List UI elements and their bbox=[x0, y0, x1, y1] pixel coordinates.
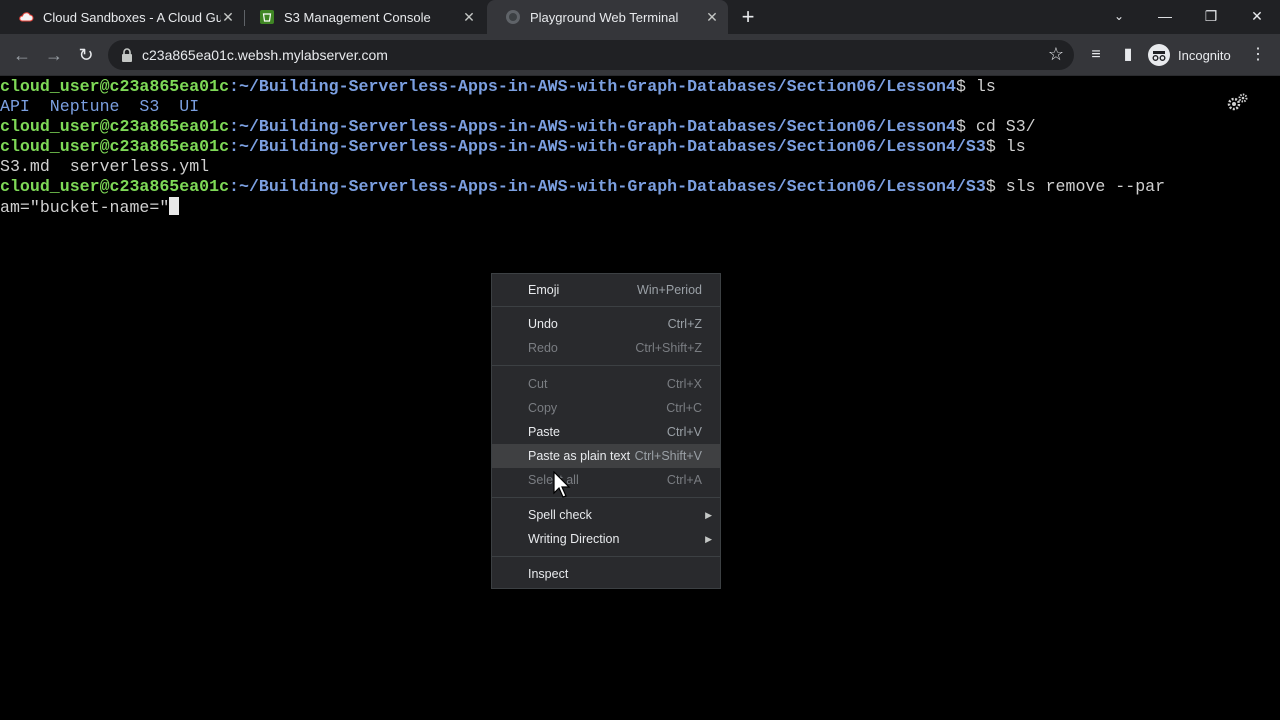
text-cursor bbox=[169, 197, 180, 215]
prompt-path: :~/Building-Serverless-Apps-in-AWS-with-… bbox=[229, 177, 986, 196]
menu-item-shortcut: Ctrl+Shift+V bbox=[634, 449, 702, 463]
terminal-line: cloud_user@c23a865ea01c:~/Building-Serve… bbox=[0, 117, 1280, 137]
menu-item-shortcut: Ctrl+C bbox=[666, 401, 702, 415]
menu-item-select-all[interactable]: Select all Ctrl+A bbox=[492, 468, 720, 492]
menu-item-label: Writing Direction bbox=[528, 532, 620, 546]
menu-item-label: Spell check bbox=[528, 508, 592, 522]
side-panel-icon[interactable]: ▮ bbox=[1115, 42, 1141, 68]
prompt-user: cloud_user@c23a865ea01c bbox=[0, 77, 230, 96]
close-window-button[interactable]: ✕ bbox=[1234, 0, 1280, 32]
menu-item-emoji[interactable]: Emoji Win+Period bbox=[492, 278, 720, 302]
menu-item-label: Emoji bbox=[528, 283, 560, 297]
tab-web-terminal[interactable]: Playground Web Terminal ✕ bbox=[487, 0, 728, 34]
tab-title: Cloud Sandboxes - A Cloud Guru bbox=[43, 9, 221, 25]
terminal-line: cloud_user@c23a865ea01c:~/Building-Serve… bbox=[0, 77, 1280, 97]
prompt-user: cloud_user@c23a865ea01c bbox=[0, 117, 230, 136]
back-arrow-icon[interactable]: ← bbox=[9, 42, 35, 68]
tab-strip: Cloud Sandboxes - A Cloud Guru ✕ S3 Mana… bbox=[0, 0, 1280, 34]
address-bar[interactable]: c23a865ea01c.websh.mylabserver.com ☆ bbox=[108, 40, 1074, 70]
terminal-output-line: S3.md serverless.yml bbox=[0, 157, 210, 176]
browser-toolbar: ← → ↻ c23a865ea01c.websh.mylabserver.com… bbox=[0, 34, 1280, 76]
cloud-icon bbox=[19, 12, 34, 22]
menu-item-label: Paste bbox=[528, 425, 560, 439]
menu-separator bbox=[492, 556, 720, 557]
prompt-user: cloud_user@c23a865ea01c bbox=[0, 137, 230, 156]
menu-item-inspect[interactable]: Inspect bbox=[492, 562, 720, 586]
lock-icon[interactable] bbox=[120, 47, 134, 63]
bookmark-star-icon[interactable]: ☆ bbox=[1048, 44, 1064, 65]
menu-item-shortcut: Ctrl+X bbox=[666, 377, 702, 391]
url-text: c23a865ea01c.websh.mylabserver.com bbox=[142, 47, 388, 63]
menu-item-writing-direction[interactable]: Writing Direction ▶ bbox=[492, 527, 720, 551]
menu-item-label: Undo bbox=[528, 317, 558, 331]
menu-item-shortcut: Win+Period bbox=[637, 283, 702, 297]
media-queue-icon[interactable]: ≡ bbox=[1083, 42, 1109, 68]
menu-item-paste[interactable]: Paste Ctrl+V bbox=[492, 420, 720, 444]
menu-item-copy[interactable]: Copy Ctrl+C bbox=[492, 396, 720, 420]
terminal-line: cloud_user@c23a865ea01c:~/Building-Serve… bbox=[0, 177, 1280, 197]
menu-item-label: Copy bbox=[528, 401, 558, 415]
submenu-arrow-icon: ▶ bbox=[705, 534, 712, 544]
menu-item-shortcut: Ctrl+Shift+Z bbox=[635, 341, 702, 355]
prompt-path: :~/Building-Serverless-Apps-in-AWS-with-… bbox=[229, 117, 956, 136]
menu-item-label: Redo bbox=[528, 341, 558, 355]
incognito-icon bbox=[1148, 44, 1170, 66]
incognito-label: Incognito bbox=[1178, 47, 1231, 63]
restore-button[interactable]: ❐ bbox=[1188, 0, 1234, 32]
settings-gear-icon[interactable] bbox=[1226, 92, 1250, 112]
menu-item-paste-plain-text[interactable]: Paste as plain text Ctrl+Shift+V bbox=[492, 444, 720, 468]
terminal-input-line[interactable]: am="bucket-name=" bbox=[0, 197, 1280, 217]
prompt-user: cloud_user@c23a865ea01c bbox=[0, 177, 230, 196]
tab-s3-console[interactable]: S3 Management Console ✕ bbox=[241, 0, 485, 34]
command-text: $ sls remove --par bbox=[985, 177, 1166, 196]
close-tab-icon[interactable]: ✕ bbox=[220, 9, 236, 25]
terminal-output-line: API Neptune S3 UI bbox=[0, 97, 200, 116]
minimize-button[interactable]: — bbox=[1142, 0, 1188, 32]
menu-item-spell-check[interactable]: Spell check ▶ bbox=[492, 503, 720, 527]
menu-separator bbox=[492, 306, 720, 307]
reload-icon[interactable]: ↻ bbox=[73, 42, 99, 68]
menu-item-label: Cut bbox=[528, 377, 548, 391]
tab-cloud-sandboxes[interactable]: Cloud Sandboxes - A Cloud Guru ✕ bbox=[0, 0, 244, 34]
menu-item-redo[interactable]: Redo Ctrl+Shift+Z bbox=[492, 336, 720, 360]
command-text: $ ls bbox=[955, 77, 996, 96]
menu-separator bbox=[492, 365, 720, 366]
menu-item-shortcut: Ctrl+Z bbox=[667, 317, 702, 331]
tab-search-icon[interactable]: ⌄ bbox=[1096, 0, 1142, 32]
terminal-line: cloud_user@c23a865ea01c:~/Building-Serve… bbox=[0, 137, 1280, 157]
s3-bucket-icon bbox=[260, 10, 274, 24]
terminal-globe-icon bbox=[506, 10, 520, 24]
forward-arrow-icon[interactable]: → bbox=[41, 42, 67, 68]
tab-title: S3 Management Console bbox=[284, 9, 431, 25]
tab-title: Playground Web Terminal bbox=[530, 9, 679, 25]
prompt-path: :~/Building-Serverless-Apps-in-AWS-with-… bbox=[229, 77, 956, 96]
command-text: $ ls bbox=[985, 137, 1026, 156]
kebab-menu-icon[interactable]: ⋮ bbox=[1245, 42, 1271, 68]
menu-item-undo[interactable]: Undo Ctrl+Z bbox=[492, 312, 720, 336]
close-tab-icon[interactable]: ✕ bbox=[704, 9, 720, 25]
submenu-arrow-icon: ▶ bbox=[705, 510, 712, 520]
close-tab-icon[interactable]: ✕ bbox=[461, 9, 477, 25]
menu-item-shortcut: Ctrl+V bbox=[666, 425, 702, 439]
menu-item-label: Paste as plain text bbox=[528, 449, 631, 463]
incognito-indicator[interactable]: Incognito bbox=[1148, 42, 1231, 68]
new-tab-button[interactable]: + bbox=[736, 5, 760, 29]
mouse-cursor-icon bbox=[553, 471, 571, 498]
menu-item-cut[interactable]: Cut Ctrl+X bbox=[492, 372, 720, 396]
prompt-path: :~/Building-Serverless-Apps-in-AWS-with-… bbox=[229, 137, 986, 156]
menu-separator bbox=[492, 497, 720, 498]
context-menu: Emoji Win+Period Undo Ctrl+Z Redo Ctrl+S… bbox=[491, 273, 721, 589]
command-continuation: am="bucket-name=" bbox=[0, 198, 170, 217]
menu-item-shortcut: Ctrl+A bbox=[666, 473, 702, 487]
command-text: $ cd S3/ bbox=[955, 117, 1036, 136]
menu-item-label: Inspect bbox=[528, 567, 569, 581]
